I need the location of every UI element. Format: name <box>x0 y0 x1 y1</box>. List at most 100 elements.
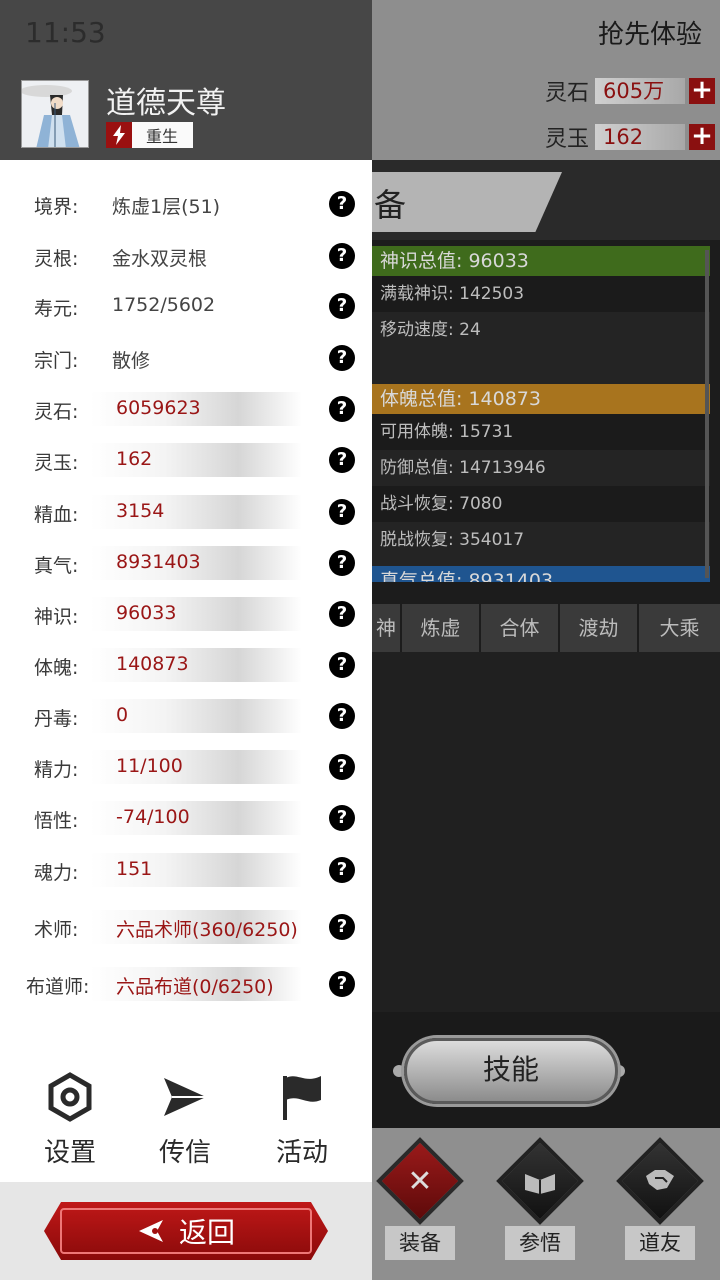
attribute-row: 魂力: 151? <box>0 850 372 890</box>
skill-button[interactable]: 技能 <box>404 1038 618 1104</box>
stats-scrollbar[interactable] <box>705 250 709 578</box>
attribute-label: 境界: <box>34 196 79 218</box>
help-icon[interactable]: ? <box>329 550 355 576</box>
attribute-label: 术师: <box>34 919 79 941</box>
help-icon[interactable]: ? <box>329 191 355 217</box>
stat-row: 可用体魄: 15731 <box>372 414 710 450</box>
nav-friends[interactable]: 道友 <box>610 1137 710 1270</box>
resource-label: 灵石 <box>545 81 590 106</box>
attribute-value: 8931403 <box>116 551 201 573</box>
attribute-row: 术师: 六品术师(360/6250)? <box>0 907 372 947</box>
attribute-value: 140873 <box>116 653 189 675</box>
add-lingshi-button[interactable]: + <box>689 77 715 104</box>
profile-header: 道德天尊 重生 <box>0 70 372 160</box>
attribute-row: 寿元: 1752/5602? <box>0 286 372 326</box>
early-access-title: 抢先体验 <box>597 20 702 50</box>
help-icon[interactable]: ? <box>329 447 355 473</box>
resource-lingshi: 灵石 605万 + <box>545 76 715 106</box>
nav-equipment[interactable]: ✕ 装备 <box>370 1137 470 1270</box>
attribute-value: 3154 <box>116 500 165 522</box>
character-drawer: 11:53 道德天尊 重生 境界: 炼虚1层(51)? 灵根: 金水双灵根? 寿元: 17… <box>0 0 372 1280</box>
help-icon[interactable]: ? <box>329 914 355 940</box>
clock: 11:53 <box>25 16 106 49</box>
book-icon <box>525 1174 555 1194</box>
attribute-value: 六品术师(360/6250) <box>116 919 298 941</box>
help-icon[interactable]: ? <box>329 857 355 883</box>
message-button[interactable]: 传信 <box>145 1072 225 1172</box>
attribute-label: 真气: <box>34 555 79 577</box>
attribute-label: 寿元: <box>34 298 79 320</box>
attribute-row: 悟性: -74/100? <box>0 798 372 838</box>
attribute-row: 灵玉: 162? <box>0 440 372 480</box>
activity-button[interactable]: 活动 <box>262 1072 342 1172</box>
stat-row: 满载神识: 142503 <box>372 276 710 312</box>
help-icon[interactable]: ? <box>329 293 355 319</box>
help-icon[interactable]: ? <box>329 499 355 525</box>
nav-comprehend[interactable]: 参悟 <box>490 1137 590 1270</box>
settings-button[interactable]: 设置 <box>30 1072 110 1172</box>
realm-tabs: 神 炼虚 合体 渡劫 大乘 <box>372 604 720 652</box>
help-icon[interactable]: ? <box>329 754 355 780</box>
help-icon[interactable]: ? <box>329 396 355 422</box>
avatar[interactable] <box>21 80 89 148</box>
send-icon <box>164 1078 206 1116</box>
attribute-label: 灵玉: <box>34 452 79 474</box>
attribute-label: 灵根: <box>34 248 79 270</box>
attribute-value: 151 <box>116 858 153 880</box>
stat-gap <box>372 558 710 566</box>
tab-realm-dujie[interactable]: 渡劫 <box>560 604 637 652</box>
help-icon[interactable]: ? <box>329 703 355 729</box>
attribute-row: 宗门: 散修? <box>0 338 372 378</box>
attribute-value: 162 <box>116 448 153 470</box>
tab-realm-shen[interactable]: 神 <box>372 604 400 652</box>
attribute-label: 魂力: <box>34 862 79 884</box>
attribute-value: 11/100 <box>116 755 183 777</box>
attribute-value: 1752/5602 <box>112 294 216 316</box>
help-icon[interactable]: ? <box>329 971 355 997</box>
skill-area <box>372 652 720 1012</box>
resource-value: 162 <box>595 124 685 150</box>
status-bar: 11:53 <box>0 0 372 70</box>
cross-swords-icon: ✕ <box>407 1164 433 1199</box>
activity-label: 活动 <box>275 1138 328 1168</box>
rebirth-badge: 重生 <box>106 122 193 148</box>
attribute-row: 灵石: 6059623? <box>0 389 372 429</box>
help-icon[interactable]: ? <box>329 601 355 627</box>
settings-label: 设置 <box>43 1138 96 1168</box>
stat-row: 脱战恢复: 354017 <box>380 530 525 550</box>
attribute-value: 六品布道(0/6250) <box>116 976 274 998</box>
attribute-value: 金水双灵根 <box>112 248 208 270</box>
attribute-row: 丹毒: 0? <box>0 696 372 736</box>
tab-realm-dacheng[interactable]: 大乘 <box>639 604 720 652</box>
attribute-row: 境界: 炼虚1层(51)? <box>0 184 372 224</box>
attribute-label: 体魄: <box>34 657 79 679</box>
stat-gap <box>372 348 710 384</box>
help-icon[interactable]: ? <box>329 805 355 831</box>
help-icon[interactable]: ? <box>329 345 355 371</box>
back-button-border <box>60 1208 312 1254</box>
tab-realm-heti[interactable]: 合体 <box>481 604 558 652</box>
player-name: 道德天尊 <box>106 86 226 121</box>
attribute-label: 神识: <box>34 606 79 628</box>
nav-label: 道友 <box>625 1226 695 1260</box>
help-icon[interactable]: ? <box>329 652 355 678</box>
spirit-total: 神识总值: 96033 <box>372 246 710 276</box>
attribute-value: -74/100 <box>116 806 190 828</box>
attribute-row: 灵根: 金水双灵根? <box>0 236 372 276</box>
flag-icon <box>283 1076 321 1120</box>
attribute-value: 散修 <box>112 350 151 372</box>
character-portrait-icon <box>22 81 88 147</box>
lightning-icon <box>106 122 132 148</box>
resource-lingyu: 灵玉 162 + <box>545 122 715 152</box>
attribute-value: 炼虚1层(51) <box>112 196 221 218</box>
stats-panel: 神识总值: 96033 满载神识: 142503 移动速度: 24 体魄总值: … <box>372 246 710 582</box>
attribute-label: 布道师: <box>26 976 90 998</box>
add-lingyu-button[interactable]: + <box>689 123 715 150</box>
tab-realm-lianxu[interactable]: 炼虚 <box>402 604 479 652</box>
attribute-value: 0 <box>116 704 129 726</box>
qi-total: 真气总值: 8931403 <box>372 566 710 582</box>
attribute-label: 精血: <box>34 504 79 526</box>
rebirth-label: 重生 <box>146 127 179 146</box>
help-icon[interactable]: ? <box>329 243 355 269</box>
attribute-value: 6059623 <box>116 397 201 419</box>
